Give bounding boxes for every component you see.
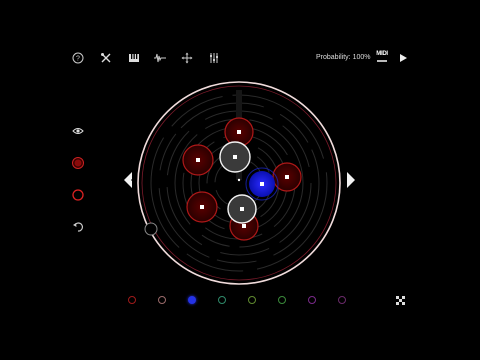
palette-swatch-3[interactable] [188, 296, 196, 304]
palette-swatch-4[interactable] [218, 296, 226, 304]
node-upper-center[interactable] [219, 141, 251, 173]
color-palette [128, 294, 360, 308]
node-right[interactable] [272, 162, 302, 192]
palette-swatch-1[interactable] [128, 296, 136, 304]
shuffle-icon[interactable] [394, 294, 408, 308]
palette-swatch-5[interactable] [248, 296, 256, 304]
palette-swatch-6[interactable] [278, 296, 286, 304]
ring-handle[interactable] [144, 222, 158, 236]
center-point [237, 178, 241, 182]
node-upper-left[interactable] [182, 144, 214, 176]
node-center-blue[interactable] [245, 167, 279, 201]
node-lower-center[interactable] [227, 194, 257, 224]
node-lower-left[interactable] [186, 191, 218, 223]
palette-swatch-7[interactable] [308, 296, 316, 304]
palette-swatch-8[interactable] [338, 296, 346, 304]
palette-swatch-2[interactable] [158, 296, 166, 304]
node-top[interactable] [224, 117, 254, 147]
